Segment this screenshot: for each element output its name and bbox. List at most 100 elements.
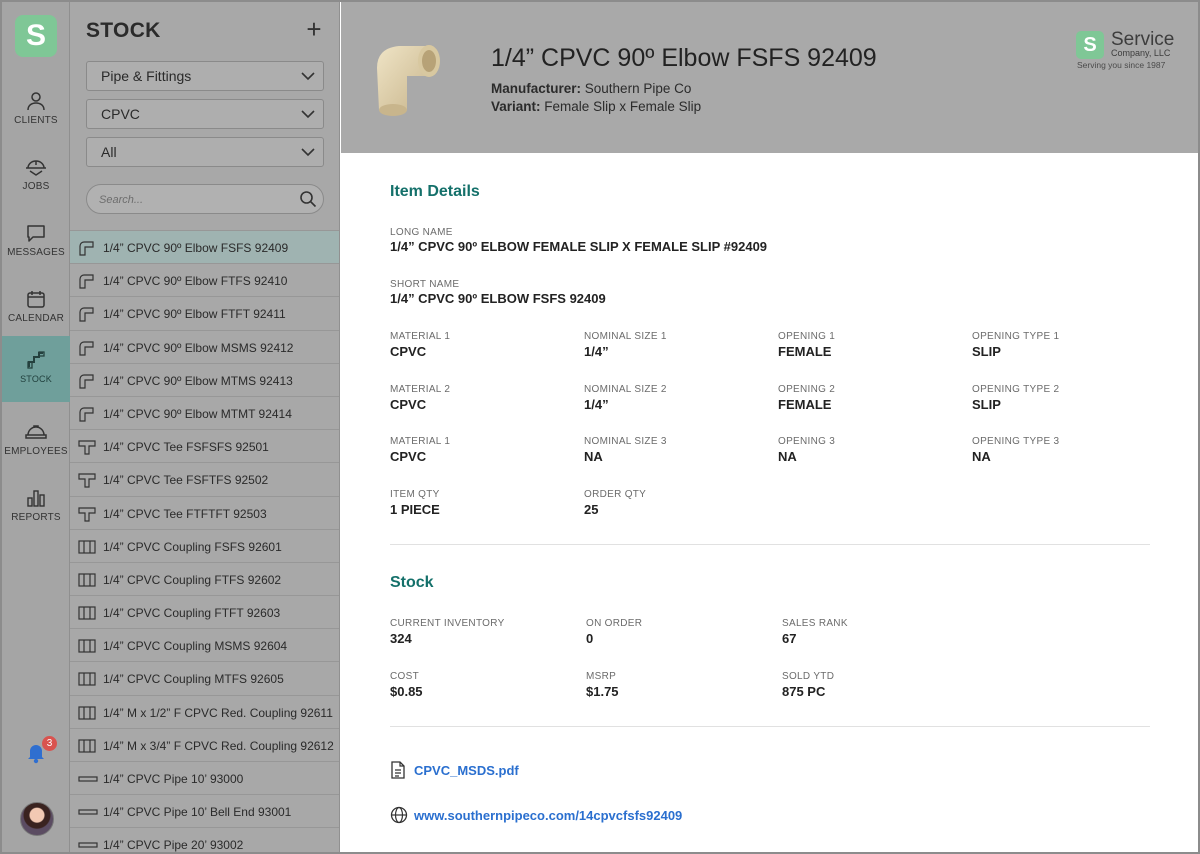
coupling-fitting-icon — [78, 671, 96, 692]
list-item[interactable]: 1/4” CPVC Pipe 10’ 93000 — [70, 761, 339, 794]
list-item-label: 1/4” CPVC Coupling FSFS 92601 — [103, 539, 282, 554]
coupling-fitting-icon — [78, 705, 96, 726]
field-value: CPVC — [390, 344, 427, 359]
list-item-label: 1/4” M x 1/2” F CPVC Red. Coupling 92611 — [103, 705, 333, 720]
list-item[interactable]: 1/4” CPVC Coupling MTFS 92605 — [70, 661, 339, 694]
list-item-label: 1/4” CPVC 90º Elbow FSFS 92409 — [103, 241, 289, 255]
list-item-label: 1/4” CPVC 90º Elbow MTMT 92414 — [103, 406, 292, 421]
list-item[interactable]: 1/4” CPVC Coupling FTFS 92602 — [70, 561, 339, 595]
category-select[interactable]: Pipe & Fittings — [86, 61, 324, 91]
list-item[interactable]: 1/4” CPVC 90º Elbow MSMS 92412 — [70, 329, 339, 363]
list-item[interactable]: 1/4” CPVC Coupling MSMS 92604 — [70, 628, 339, 661]
list-item-label: 1/4” CPVC Coupling MSMS 92604 — [103, 639, 288, 654]
field-label: OPENING TYPE 3 — [972, 436, 1060, 447]
tee-fitting-icon — [78, 439, 96, 460]
list-item[interactable]: 1/4” CPVC Pipe 20’ 93002 — [70, 827, 339, 852]
chevron-down-icon — [301, 72, 315, 81]
list-item[interactable]: 1/4” CPVC 90º Elbow FTFT 92411 — [70, 296, 339, 329]
list-item[interactable]: 1/4” CPVC 90º Elbow FSFS 92409 — [70, 230, 339, 264]
field-label: NOMINAL SIZE 3 — [584, 436, 667, 447]
type-select[interactable]: All — [86, 137, 324, 167]
list-item[interactable]: 1/4” CPVC Tee FTFTFT 92503 — [70, 495, 339, 529]
search-input[interactable] — [99, 191, 289, 209]
list-item[interactable]: 1/4” M x 3/4” F CPVC Red. Coupling 92612 — [70, 727, 339, 761]
select-value: Pipe & Fittings — [101, 68, 192, 84]
coupling-fitting-icon — [78, 572, 96, 593]
long-name-label: LONG NAME — [390, 227, 453, 238]
elbow-fitting-icon — [78, 273, 94, 294]
field-label: MSRP — [586, 670, 617, 682]
list-item[interactable]: 1/4” CPVC 90º Elbow MTMS 92413 — [70, 362, 339, 396]
field-value: SLIP — [972, 344, 1001, 359]
pipe-fitting-icon — [78, 837, 98, 852]
app-window: S CLIENTS JOBS MESSAGES CALENDAR STOCK E… — [0, 0, 1200, 854]
nav-reports[interactable]: REPORTS — [2, 474, 70, 540]
list-item-label: 1/4” CPVC Tee FSFSFS 92501 — [103, 440, 269, 455]
field-label: SALES RANK — [782, 618, 848, 629]
material-select[interactable]: CPVC — [86, 99, 324, 129]
list-item[interactable]: 1/4” CPVC Coupling FTFT 92603 — [70, 595, 339, 628]
hardhat-icon — [25, 425, 47, 439]
list-item-label: 1/4” CPVC Tee FSFTFS 92502 — [103, 473, 269, 488]
globe-icon — [390, 806, 408, 824]
elbow-fitting-icon — [78, 406, 94, 427]
chat-bubble-icon — [27, 225, 45, 242]
divider — [390, 726, 1150, 727]
list-item[interactable]: 1/4” CPVC 90º Elbow FTFS 92410 — [70, 263, 339, 296]
list-item-label: 1/4” CPVC Coupling FTFT 92603 — [103, 606, 281, 621]
nav-label: STOCK — [20, 374, 52, 384]
nav-label: REPORTS — [11, 512, 61, 523]
company-logo-mark: S — [1076, 31, 1104, 59]
list-item-label: 1/4” CPVC Coupling MTFS 92605 — [103, 672, 284, 687]
file-link-label: CPVC_MSDS.pdf — [414, 763, 519, 778]
select-value: All — [101, 144, 117, 160]
chevron-down-icon — [301, 110, 315, 119]
nav-messages[interactable]: MESSAGES — [2, 209, 70, 275]
list-item-label: 1/4” M x 3/4” F CPVC Red. Coupling 92612 — [103, 738, 334, 753]
coupling-fitting-icon — [78, 738, 96, 759]
list-item[interactable]: 1/4” M x 1/2” F CPVC Red. Coupling 92611 — [70, 694, 339, 728]
list-item-label: 1/4” CPVC Pipe 10’ Bell End 93001 — [103, 805, 292, 820]
variant-label: Variant: — [491, 99, 541, 114]
notification-badge: 3 — [42, 736, 57, 751]
nav-stock[interactable]: STOCK — [2, 336, 70, 402]
nav-clients[interactable]: CLIENTS — [2, 77, 70, 143]
coupling-fitting-icon — [78, 605, 96, 626]
list-item[interactable]: 1/4” CPVC Tee FSFSFS 92501 — [70, 429, 339, 462]
product-title: 1/4” CPVC 90º Elbow FSFS 92409 — [491, 44, 877, 72]
list-item-label: 1/4” CPVC 90º Elbow FTFT 92411 — [103, 307, 286, 322]
stock-title: Stock — [390, 574, 434, 591]
nav-employees[interactable]: EMPLOYEES — [2, 408, 70, 474]
list-item[interactable]: 1/4” CPVC Pipe 10’ Bell End 93001 — [70, 794, 339, 827]
field-value: 324 — [390, 631, 412, 646]
field-value: 875 PC — [782, 683, 826, 699]
elbow-fitting-icon — [78, 340, 94, 361]
list-item[interactable]: 1/4” CPVC 90º Elbow MTMT 92414 — [70, 395, 339, 429]
field-label: OPENING 3 — [778, 436, 836, 447]
nav-jobs[interactable]: JOBS — [2, 143, 70, 209]
list-item-label: 1/4” CPVC 90º Elbow FTFS 92410 — [103, 274, 288, 289]
avatar[interactable] — [20, 802, 54, 836]
list-item[interactable]: 1/4” CPVC Coupling FSFS 92601 — [70, 528, 339, 562]
long-name-value: 1/4” CPVC 90º ELBOW FEMALE SLIP X FEMALE… — [390, 239, 768, 254]
list-item-label: 1/4” CPVC Tee FTFTFT 92503 — [103, 506, 267, 521]
list-item[interactable]: 1/4” CPVC Tee FSFTFS 92502 — [70, 462, 339, 495]
detail-content: Item Details LONG NAME 1/4” CPVC 90º ELB… — [341, 153, 1198, 852]
elbow-fitting-icon — [78, 240, 94, 261]
pipe-fitting-icon — [78, 804, 98, 825]
company-tagline: Serving you since 1987 — [1077, 60, 1166, 70]
app-logo[interactable]: S — [15, 15, 57, 57]
divider — [390, 544, 1150, 545]
company-logo: S Service Company, LLC Serving you since… — [1076, 29, 1176, 71]
field-label: SOLD YTD — [782, 670, 835, 682]
field-label: NOMINAL SIZE 2 — [584, 383, 667, 395]
field-value: NA — [972, 449, 991, 464]
nav-label: EMPLOYEES — [4, 446, 68, 457]
field-label: MATERIAL 1 — [390, 331, 451, 342]
field-value: 25 — [584, 501, 599, 517]
search-icon[interactable] — [299, 190, 317, 208]
nav-calendar[interactable]: CALENDAR — [2, 275, 70, 341]
add-button[interactable]: + — [303, 16, 325, 42]
product-image — [377, 45, 440, 116]
field-label: ITEM QTY — [390, 488, 440, 500]
